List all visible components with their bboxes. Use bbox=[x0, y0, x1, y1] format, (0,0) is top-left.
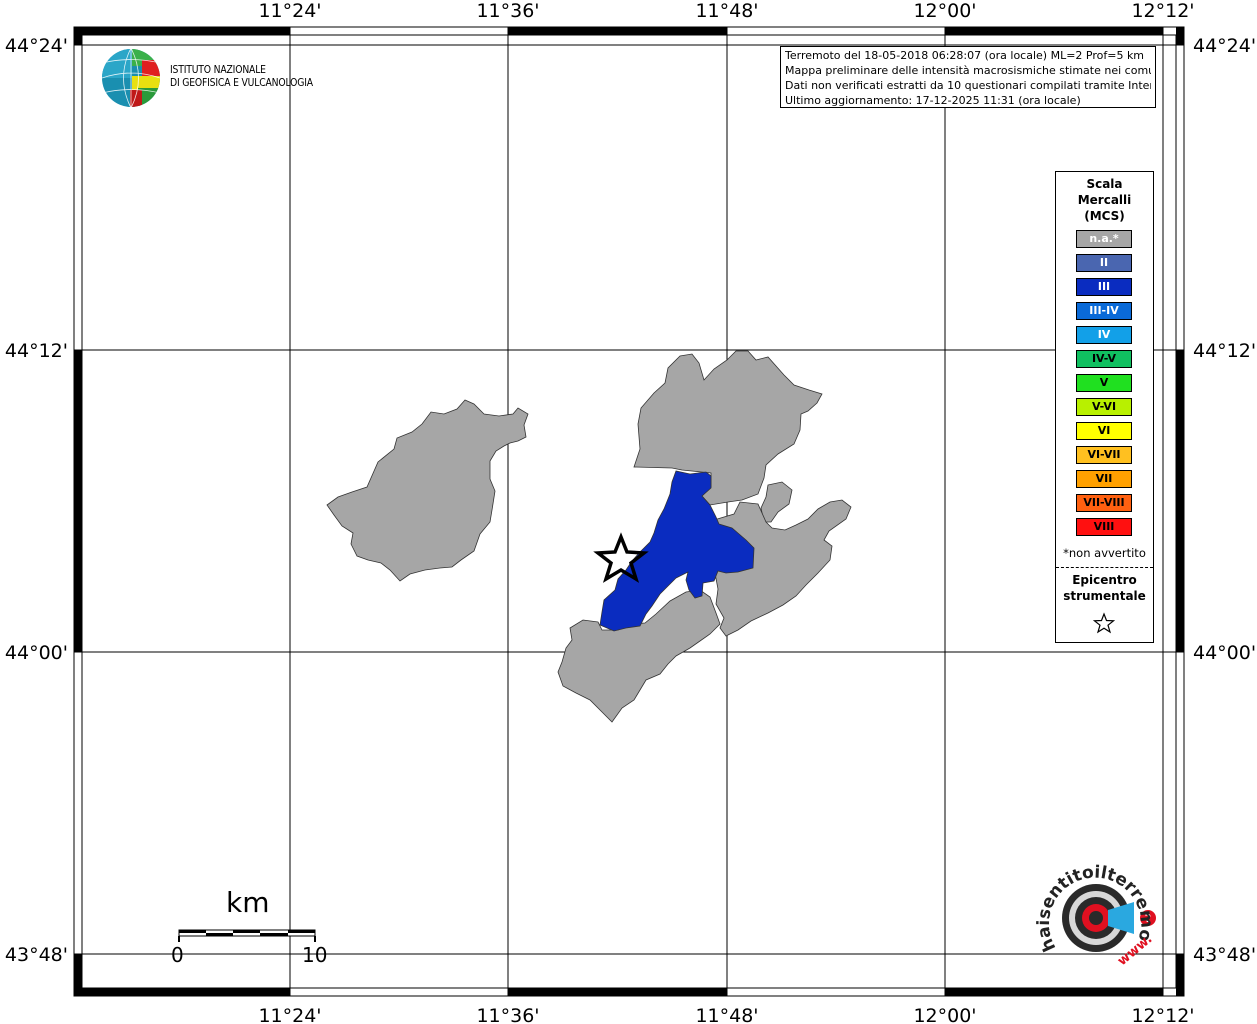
legend-item: IV-V bbox=[1076, 350, 1132, 368]
municipality-north bbox=[633, 350, 823, 506]
municipality-west bbox=[326, 399, 529, 582]
map-description: Mappa preliminare delle intensità macros… bbox=[785, 64, 1151, 77]
epicenter-label-line: Epicentro bbox=[1072, 573, 1137, 587]
lon-label: 11°48' bbox=[695, 0, 758, 22]
event-info-box: Terremoto del 18-05-2018 06:28:07 (ora l… bbox=[780, 46, 1156, 108]
lon-label: 11°24' bbox=[258, 0, 321, 22]
lon-label: 12°00' bbox=[913, 0, 976, 22]
legend-item: V bbox=[1076, 374, 1132, 392]
lat-label: 43°48' bbox=[5, 944, 68, 966]
legend-epicenter-label: Epicentro strumentale bbox=[1056, 572, 1153, 604]
lat-label: 44°24' bbox=[1193, 35, 1256, 57]
lat-label: 44°24' bbox=[5, 35, 68, 57]
epicenter-label-line: strumentale bbox=[1063, 589, 1146, 603]
data-source-note: Dati non verificati estratti da 10 quest… bbox=[785, 79, 1151, 92]
globe-icon bbox=[102, 49, 160, 107]
legend-item: VII-VIII bbox=[1076, 494, 1132, 512]
legend-title: Scala Mercalli (MCS) bbox=[1056, 176, 1153, 224]
lat-label: 44°12' bbox=[1193, 340, 1256, 362]
legend-item: V-VI bbox=[1076, 398, 1132, 416]
scale-bar-start: 0 bbox=[171, 943, 184, 967]
legend-item: IV bbox=[1076, 326, 1132, 344]
legend-title-line: Scala bbox=[1086, 177, 1123, 191]
latitude-labels-left: 44°24' 44°12' 44°00' 43°48' bbox=[5, 35, 68, 966]
ingv-name-line1: ISTITUTO NAZIONALE bbox=[170, 64, 266, 76]
haisentito-logo: ? haisentitoilterremoto.it www. bbox=[1024, 843, 1170, 978]
frame-scale-bars bbox=[74, 27, 1184, 996]
legend-item: n.a.* bbox=[1076, 230, 1132, 248]
mcs-legend: Scala Mercalli (MCS) n.a.* II III III-IV IV I… bbox=[1055, 171, 1154, 643]
legend-note: *non avvertito bbox=[1063, 546, 1146, 560]
ingv-logo: ISTITUTO NAZIONALE DI GEOFISICA E VULCAN… bbox=[102, 48, 332, 110]
lon-label: 11°24' bbox=[258, 1005, 321, 1024]
last-update: Ultimo aggiornamento: 17-12-2025 11:31 (… bbox=[785, 94, 1081, 107]
legend-item: VIII bbox=[1076, 518, 1132, 536]
map-outer-frame bbox=[73, 26, 1185, 997]
latitude-labels-right: 44°24' 44°12' 44°00' 43°48' bbox=[1193, 35, 1256, 966]
lat-label: 44°00' bbox=[1193, 642, 1256, 664]
lon-label: 12°00' bbox=[913, 1005, 976, 1024]
legend-item: VI-VII bbox=[1076, 446, 1132, 464]
ingv-name: ISTITUTO NAZIONALE DI GEOFISICA E VULCAN… bbox=[170, 64, 313, 90]
lon-label: 11°48' bbox=[695, 1005, 758, 1024]
municipality-east-small bbox=[760, 481, 793, 523]
lon-label: 12°12' bbox=[1131, 0, 1194, 22]
map-inner-frame bbox=[81, 34, 1177, 989]
epicenter-star-icon bbox=[1093, 612, 1115, 634]
scale-bar bbox=[178, 929, 316, 942]
legend-title-line: (MCS) bbox=[1084, 209, 1125, 223]
legend-item: VII bbox=[1076, 470, 1132, 488]
graticule bbox=[74, 27, 1184, 996]
lon-label: 11°36' bbox=[476, 1005, 539, 1024]
longitude-labels-bottom: 11°24' 11°36' 11°48' 12°00' 12°12' bbox=[258, 1005, 1194, 1024]
haisentito-logo-graphic: ? haisentitoilterremoto.it www. bbox=[1024, 843, 1156, 969]
lat-label: 43°48' bbox=[1193, 944, 1256, 966]
event-description: Terremoto del 18-05-2018 06:28:07 (ora l… bbox=[785, 49, 1145, 62]
legend-divider bbox=[1056, 567, 1153, 568]
ingv-name-line2: DI GEOFISICA E VULCANOLOGIA bbox=[170, 77, 313, 89]
legend-item: III-IV bbox=[1076, 302, 1132, 320]
municipalities bbox=[326, 350, 852, 723]
scale-bar-unit: km bbox=[226, 886, 270, 919]
lat-label: 44°00' bbox=[5, 642, 68, 664]
legend-item: II bbox=[1076, 254, 1132, 272]
lon-label: 12°12' bbox=[1131, 1005, 1194, 1024]
legend-item: III bbox=[1076, 278, 1132, 296]
lat-label: 44°12' bbox=[5, 340, 68, 362]
lon-label: 11°36' bbox=[476, 0, 539, 22]
longitude-labels-top: 11°24' 11°36' 11°48' 12°00' 12°12' bbox=[258, 0, 1194, 22]
legend-title-line: Mercalli bbox=[1077, 193, 1132, 207]
scale-bar-end: 10 bbox=[302, 943, 328, 967]
legend-item: VI bbox=[1076, 422, 1132, 440]
